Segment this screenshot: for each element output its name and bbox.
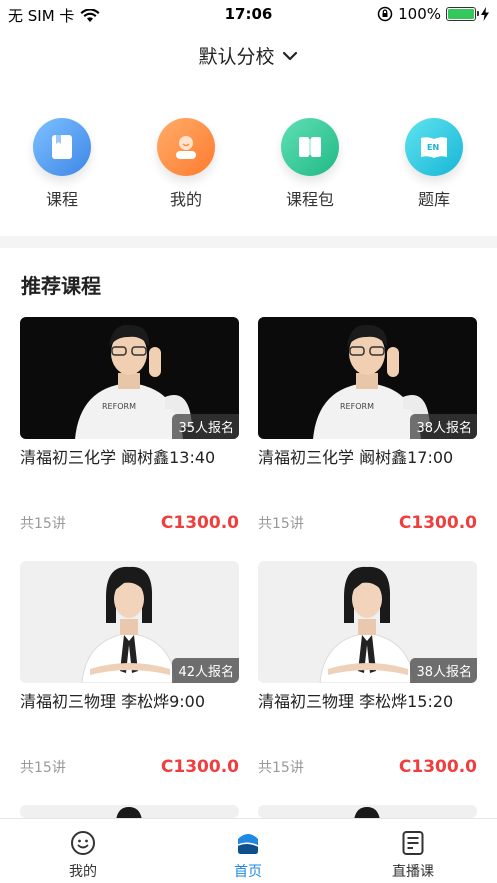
course-title: 清福初三化学 阚树鑫17:00 — [258, 448, 454, 467]
quick-item-label: 课程 — [45, 190, 78, 209]
enrolled-badge: 35人报名 — [172, 414, 239, 439]
quick-item-bank[interactable]: EN 题库 — [394, 112, 474, 210]
course-footer: 共15讲 C1300.0 — [20, 757, 239, 777]
branch-label: 默认分校 — [198, 46, 275, 68]
course-card-partial[interactable] — [20, 805, 239, 818]
battery-icon — [446, 7, 479, 21]
course-thumbnail: 42人报名 — [20, 561, 239, 683]
teacher-photo — [116, 807, 142, 818]
lesson-count: 共15讲 — [20, 516, 66, 532]
question-bank-icon: EN — [405, 118, 463, 176]
teacher-photo — [354, 807, 380, 818]
tab-label: 直播课 — [392, 864, 434, 880]
course-footer: 共15讲 C1300.0 — [258, 513, 477, 533]
bottom-tab-bar: 我的 首页 直播课 — [0, 818, 497, 883]
course-price: C1300.0 — [398, 513, 477, 533]
enrolled-badge: 38人报名 — [410, 658, 477, 683]
package-icon — [281, 118, 339, 176]
course-title: 清福初三化学 阚树鑫13:40 — [20, 448, 216, 467]
svg-text:REFORM: REFORM — [102, 402, 136, 411]
course-price: C1300.0 — [160, 513, 239, 533]
course-title: 清福初三物理 李松烨9:00 — [20, 692, 206, 711]
smiley-icon — [69, 829, 97, 857]
tab-mine[interactable]: 我的 — [33, 829, 133, 881]
course-card[interactable]: REFORM 38人报名 清福初三化学 阚树鑫17:00 共15讲 C1300.… — [258, 317, 477, 533]
charging-icon — [481, 7, 489, 21]
chevron-down-icon — [282, 51, 297, 60]
svg-text:EN: EN — [427, 143, 439, 152]
quick-menu: 课程 我的 课程包 EN 题库 — [0, 112, 497, 222]
tab-live[interactable]: 直播课 — [363, 829, 463, 881]
quick-item-label: 课程包 — [285, 190, 334, 209]
tab-label: 首页 — [234, 864, 262, 880]
course-card[interactable]: 42人报名 清福初三物理 李松烨9:00 共15讲 C1300.0 — [20, 561, 239, 777]
user-icon — [157, 118, 215, 176]
status-right: 100% — [377, 5, 489, 23]
battery-percent: 100% — [398, 5, 441, 23]
section-title: 推荐课程 — [21, 274, 101, 298]
enrolled-badge: 38人报名 — [410, 414, 477, 439]
section-divider — [0, 236, 497, 248]
book-icon — [33, 118, 91, 176]
live-icon — [399, 829, 427, 857]
quick-item-label: 题库 — [417, 190, 450, 209]
lesson-count: 共15讲 — [258, 516, 304, 532]
svg-text:REFORM: REFORM — [340, 402, 374, 411]
quick-item-label: 我的 — [169, 190, 202, 209]
course-price: C1300.0 — [398, 757, 477, 777]
quick-item-course[interactable]: 课程 — [22, 112, 102, 210]
course-footer: 共15讲 C1300.0 — [258, 757, 477, 777]
course-thumbnail: REFORM 38人报名 — [258, 317, 477, 439]
course-card[interactable]: 38人报名 清福初三物理 李松烨15:20 共15讲 C1300.0 — [258, 561, 477, 777]
status-bar: 无 SIM 卡 17:06 100% — [0, 0, 497, 28]
course-title: 清福初三物理 李松烨15:20 — [258, 692, 454, 711]
course-thumbnail — [20, 805, 239, 818]
tab-home[interactable]: 首页 — [198, 829, 298, 881]
quick-item-package[interactable]: 课程包 — [270, 112, 350, 210]
course-thumbnail: REFORM 35人报名 — [20, 317, 239, 439]
quick-item-mine[interactable]: 我的 — [146, 112, 226, 210]
enrolled-badge: 42人报名 — [172, 658, 239, 683]
home-icon — [234, 829, 262, 857]
branch-selector[interactable]: 默认分校 — [0, 42, 497, 69]
course-thumbnail — [258, 805, 477, 818]
course-thumbnail: 38人报名 — [258, 561, 477, 683]
lesson-count: 共15讲 — [258, 760, 304, 776]
tab-label: 我的 — [69, 864, 97, 880]
lesson-count: 共15讲 — [20, 760, 66, 776]
course-card-partial[interactable] — [258, 805, 477, 818]
course-card[interactable]: REFORM 35人报名 清福初三化学 阚树鑫13:40 共15讲 C1300.… — [20, 317, 239, 533]
course-price: C1300.0 — [160, 757, 239, 777]
course-footer: 共15讲 C1300.0 — [20, 513, 239, 533]
rotation-lock-icon — [377, 6, 393, 22]
